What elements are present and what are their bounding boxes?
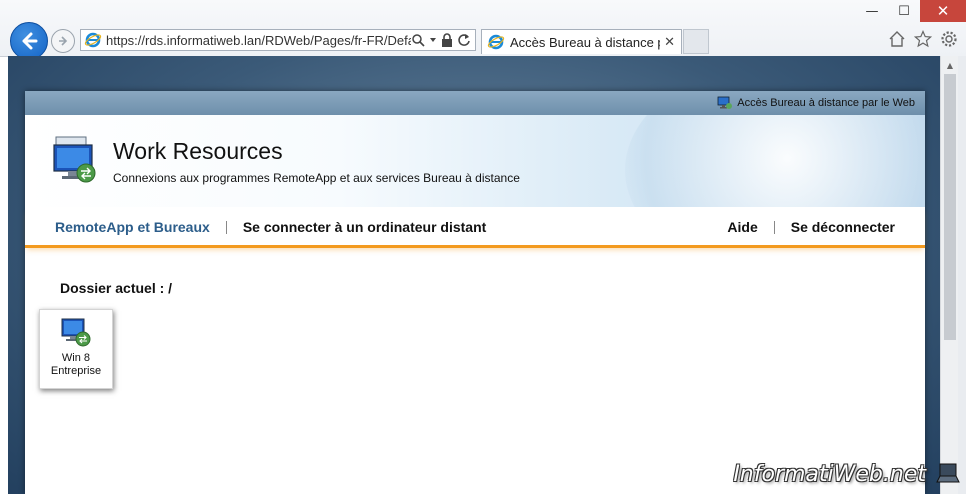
page-subtitle: Connexions aux programmes RemoteApp et a…: [113, 171, 520, 185]
tab-close-icon[interactable]: ✕: [664, 35, 675, 50]
nav-remoteapp-desktops[interactable]: RemoteApp et Bureaux: [55, 219, 210, 235]
arrow-left-icon: [22, 32, 38, 50]
lock-icon[interactable]: [441, 33, 453, 47]
watermark-text: InformatiWeb.net: [733, 462, 926, 487]
window-edge: [958, 56, 966, 494]
search-icon[interactable]: [411, 33, 425, 47]
tab-rdweb[interactable]: Accès Bureau à distance pa... ✕: [481, 29, 682, 54]
arrow-right-icon: [59, 36, 68, 46]
gear-icon[interactable]: [940, 30, 958, 48]
home-icon[interactable]: [888, 30, 906, 48]
rdweb-header-link[interactable]: Accès Bureau à distance par le Web: [717, 96, 915, 110]
page-title: Work Resources: [113, 138, 283, 164]
address-bar[interactable]: https://rds.informatiweb.lan/RDWeb/Pages…: [80, 29, 476, 51]
rdweb-header-text[interactable]: Accès Bureau à distance par le Web: [737, 97, 915, 109]
app-name-line2: Entreprise: [50, 365, 102, 377]
nav-sign-out[interactable]: Se déconnecter: [791, 219, 895, 235]
main-nav: RemoteApp et Bureaux Se connecter à un o…: [25, 207, 925, 248]
app-name-line1: Win 8: [61, 352, 91, 364]
favorites-star-icon[interactable]: [914, 30, 932, 48]
remote-desktop-icon: [61, 318, 91, 347]
app-tile-label: Win 8 Entreprise: [51, 352, 101, 378]
tab-title: Accès Bureau à distance pa...: [510, 34, 660, 50]
nav-separator: [225, 220, 227, 234]
rdweb-topbar: Accès Bureau à distance par le Web: [25, 91, 925, 115]
remote-desktop-small-icon: [717, 96, 733, 109]
scroll-thumb[interactable]: [944, 74, 956, 340]
maximize-button[interactable]: ☐: [888, 0, 920, 22]
work-resources-icon: [53, 136, 96, 183]
internet-explorer-icon: [84, 32, 102, 48]
browser-toolbar: [888, 30, 958, 48]
vertical-scrollbar[interactable]: ▲: [940, 56, 959, 494]
nav-connect-remote-pc[interactable]: Se connecter à un ordinateur distant: [243, 219, 487, 235]
rdweb-panel: Accès Bureau à distance par le Web Work …: [25, 91, 925, 494]
chevron-down-icon[interactable]: [429, 36, 437, 44]
browser-chrome: — ☐ ✕ https://rds.informatiweb.lan/RDWeb…: [0, 0, 966, 60]
window-controls: — ☐ ✕: [856, 0, 966, 22]
globe-graphic: [625, 115, 925, 207]
internet-explorer-icon: [487, 34, 505, 50]
forward-button[interactable]: [51, 29, 75, 53]
minimize-button[interactable]: —: [856, 0, 888, 22]
current-folder-label: Dossier actuel : /: [60, 280, 173, 296]
url-text[interactable]: https://rds.informatiweb.lan/RDWeb/Pages…: [106, 33, 411, 48]
banner: Work Resources Connexions aux programmes…: [25, 115, 925, 207]
back-button[interactable]: [10, 22, 48, 60]
scroll-up-icon[interactable]: ▲: [941, 57, 959, 73]
nav-separator: [773, 220, 775, 234]
nav-help[interactable]: Aide: [727, 219, 757, 235]
app-tile-win8[interactable]: Win 8 Entreprise: [39, 309, 113, 389]
close-button[interactable]: ✕: [920, 0, 966, 22]
refresh-icon[interactable]: [457, 33, 471, 47]
laptop-logo-icon: [936, 463, 960, 483]
new-tab-button[interactable]: [683, 29, 709, 54]
